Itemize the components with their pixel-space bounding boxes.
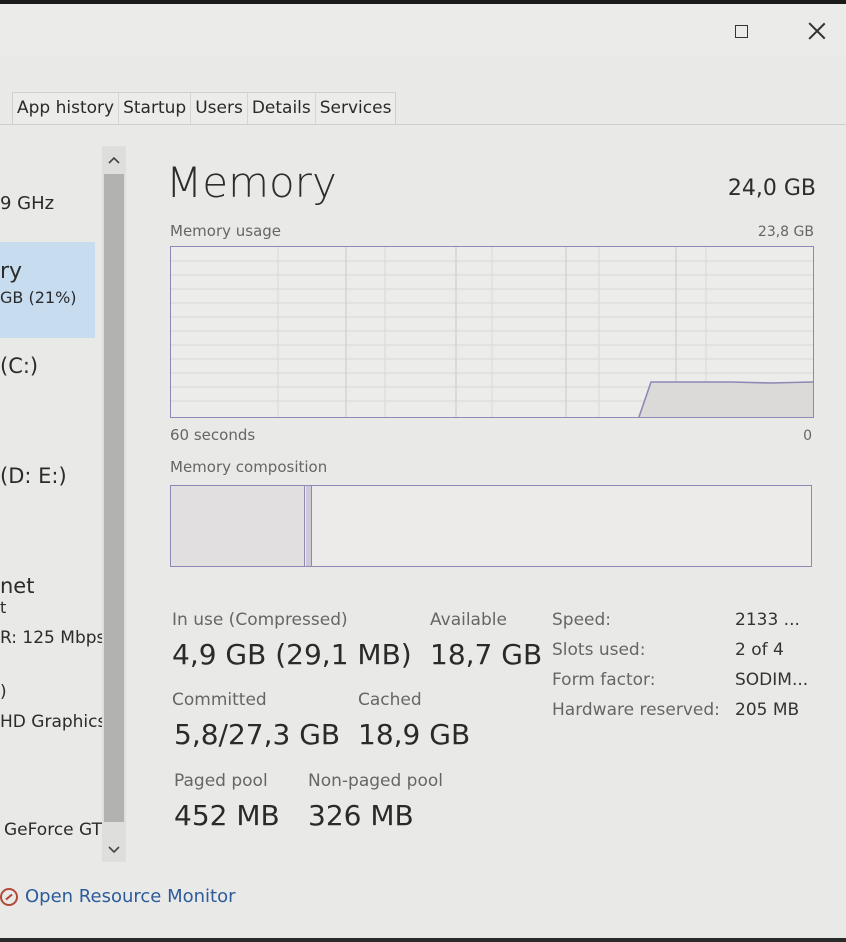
graph-axis-left: 60 seconds [170, 426, 256, 444]
sidebar-item-ethernet[interactable]: net t [0, 574, 34, 617]
sidebar-item-label: 9 GHz [0, 193, 55, 214]
tab-details[interactable]: Details [248, 93, 316, 124]
in-use-value: 4,9 GB (29,1 MB) [172, 638, 412, 671]
sidebar-item-gpu0-name: HD Graphics [0, 712, 106, 732]
nonpaged-pool-label: Non-paged pool [308, 771, 443, 791]
sidebar-item-label: net [0, 574, 35, 598]
speed-label: Speed: [552, 610, 612, 630]
sidebar-item-disk-c[interactable]: (C:) [0, 354, 38, 378]
sidebar-item-memory[interactable]: ry GB (21%) [0, 259, 77, 307]
form-factor-label: Form factor: [552, 670, 656, 690]
sidebar-item-label: HD Graphics [0, 712, 107, 732]
composition-in-use [171, 486, 305, 566]
memory-usage-label: Memory usage [170, 222, 282, 240]
memory-usage-graph-svg [171, 247, 813, 417]
maximize-button[interactable] [718, 14, 764, 48]
memory-composition-label: Memory composition [170, 458, 328, 476]
available-label: Available [430, 610, 507, 630]
sidebar-item-disk-de[interactable]: (D: E:) [0, 464, 67, 488]
sidebar-item-ethernet-rate: R: 125 Mbps [0, 628, 105, 648]
form-factor-value: SODIM... [735, 670, 809, 690]
cached-label: Cached [358, 690, 422, 710]
committed-value: 5,8/27,3 GB [174, 718, 341, 751]
sidebar-item-cpu[interactable]: 9 GHz [0, 193, 54, 214]
sidebar-item-label: R: 125 Mbps [0, 628, 106, 648]
open-resource-monitor-label: Open Resource Monitor [25, 886, 236, 907]
hardware-reserved-label: Hardware reserved: [552, 700, 720, 720]
tab-bar: App history Startup Users Details Servic… [0, 92, 846, 125]
graph-axis-right: 0 [803, 428, 812, 444]
composition-modified [306, 486, 312, 566]
page-title: Memory [166, 158, 337, 207]
tab-app-history[interactable]: App history [13, 93, 120, 124]
nonpaged-pool-value: 326 MB [308, 799, 414, 832]
sidebar-item-label: ry [0, 259, 23, 284]
chevron-down-icon[interactable] [102, 838, 126, 862]
in-use-label: In use (Compressed) [172, 610, 348, 630]
resource-monitor-icon [0, 887, 18, 906]
memory-panel: Memory 24,0 GB Memory usage 23,8 GB 60 s… [140, 140, 840, 870]
committed-label: Committed [172, 690, 267, 710]
tab-startup[interactable]: Startup [119, 93, 192, 124]
sidebar-item-gpu1[interactable]: GeForce GTX [4, 820, 114, 840]
sidebar-scrollbar[interactable] [102, 146, 126, 862]
sidebar-item-label: (D: E:) [0, 464, 67, 488]
hardware-reserved-value: 205 MB [735, 700, 800, 720]
memory-composition-bar [170, 485, 812, 567]
memory-usage-max: 23,8 GB [757, 224, 814, 240]
speed-value: 2133 ... [735, 610, 800, 630]
memory-total: 24,0 GB [727, 176, 816, 201]
slots-value: 2 of 4 [735, 640, 784, 660]
tab-users[interactable]: Users [191, 93, 248, 124]
sidebar-item-label: ) [0, 682, 7, 702]
close-button[interactable] [794, 14, 840, 48]
sidebar-item-gpu0[interactable]: ) [0, 682, 7, 702]
sidebar-item-sub: GB (21%) [0, 288, 77, 307]
open-resource-monitor-link[interactable]: Open Resource Monitor [0, 886, 236, 907]
available-value: 18,7 GB [430, 638, 543, 671]
close-icon [808, 22, 826, 40]
cached-value: 18,9 GB [358, 718, 471, 751]
tab-services[interactable]: Services [316, 93, 396, 124]
sidebar-item-label: (C:) [0, 354, 39, 378]
paged-pool-value: 452 MB [174, 799, 280, 832]
chevron-up-icon[interactable] [102, 148, 126, 172]
sidebar-item-sub: t [0, 598, 7, 617]
maximize-icon [734, 24, 748, 38]
sidebar-item-label: GeForce GTX [4, 820, 114, 840]
title-bar [0, 4, 846, 56]
scrollbar-thumb[interactable] [104, 174, 124, 822]
memory-usage-graph [170, 246, 814, 418]
window-frame-bottom [0, 938, 846, 942]
slots-label: Slots used: [552, 640, 646, 660]
tab-strip: App history Startup Users Details Servic… [12, 92, 397, 124]
paged-pool-label: Paged pool [174, 771, 268, 791]
